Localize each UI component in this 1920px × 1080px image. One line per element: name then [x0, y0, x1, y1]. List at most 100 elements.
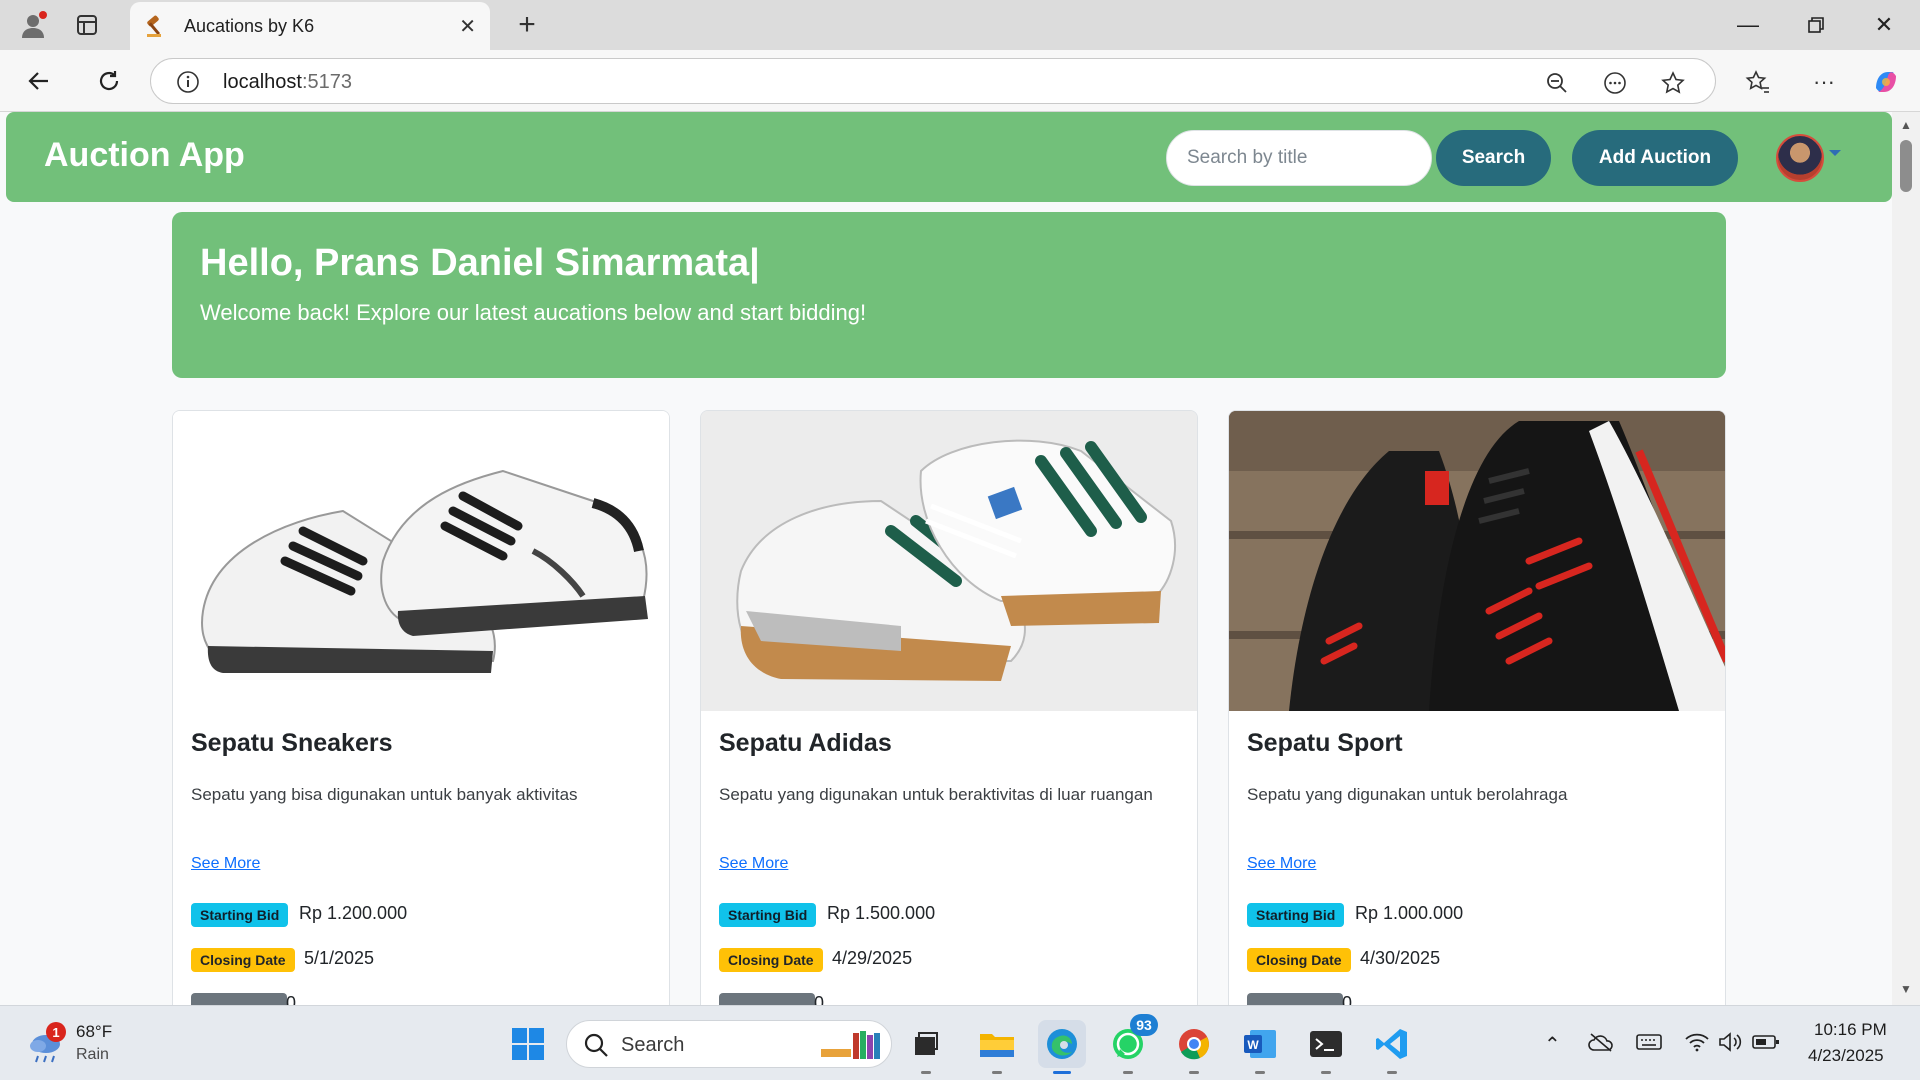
total-bid-badge	[191, 993, 287, 1005]
chevron-up-icon[interactable]: ⌃	[1544, 1032, 1561, 1057]
closing-date-badge: Closing Date	[719, 948, 823, 972]
file-explorer-icon[interactable]	[973, 1020, 1021, 1074]
reload-icon[interactable]	[92, 64, 126, 98]
favorites-icon[interactable]	[1742, 66, 1774, 98]
page-scrollbar[interactable]: ▲ ▼	[1892, 112, 1920, 1005]
taskbar-time[interactable]: 10:16 PM	[1814, 1020, 1887, 1040]
starting-bid-badge: Starting Bid	[191, 903, 289, 927]
total-bid-badge	[1247, 993, 1343, 1005]
starting-bid-badge: Starting Bid	[719, 903, 817, 927]
task-view-icon[interactable]	[902, 1020, 950, 1074]
see-more-link[interactable]: See More	[1247, 855, 1316, 873]
starting-bid-value: Rp 1.000.000	[1355, 903, 1464, 923]
weather-widget[interactable]: 1	[20, 1014, 130, 1074]
closing-date-value: 4/30/2025	[1360, 948, 1441, 968]
page-viewport: Auction App Search Add Auction Hello, Pr…	[0, 112, 1920, 1005]
app-brand[interactable]: Auction App	[44, 136, 245, 175]
new-tab-icon[interactable]: +	[510, 8, 544, 42]
copilot-icon[interactable]	[1868, 64, 1904, 100]
search-input[interactable]	[1166, 130, 1432, 186]
product-image-adidas[interactable]	[701, 411, 1197, 711]
greeting-heading: Hello, Prans Daniel Simarmata|	[200, 242, 760, 284]
browser-tab-strip: Aucations by K6 ✕ + — ✕	[0, 0, 1920, 50]
svg-text:W: W	[1247, 1038, 1259, 1052]
more-options-icon[interactable]: ···	[1808, 66, 1840, 98]
app-navbar: Auction App Search Add Auction	[6, 112, 1892, 202]
minimize-icon[interactable]: —	[1728, 8, 1768, 42]
vscode-icon[interactable]	[1368, 1020, 1416, 1074]
profile-icon[interactable]	[16, 8, 50, 42]
auction-card: Sepatu Sport Sepatu yang digunakan untuk…	[1228, 410, 1726, 1005]
welcome-banner: Hello, Prans Daniel Simarmata| Welcome b…	[172, 212, 1726, 378]
card-title: Sepatu Adidas	[719, 729, 892, 757]
add-auction-button[interactable]: Add Auction	[1572, 130, 1738, 186]
address-bar[interactable]: localhost:5173	[150, 58, 1716, 104]
browser-toolbar: localhost:5173 ···	[0, 50, 1920, 112]
total-bid-value: 0	[1342, 993, 1353, 1005]
terminal-icon[interactable]	[1302, 1020, 1350, 1074]
reading-mode-icon[interactable]	[1601, 69, 1629, 97]
chrome-icon[interactable]	[1170, 1020, 1218, 1074]
weather-notification-badge: 1	[46, 1022, 66, 1042]
cloud-offline-icon[interactable]	[1588, 1032, 1614, 1058]
total-bid-value: 0	[814, 993, 825, 1005]
running-indicator	[1255, 1071, 1265, 1074]
search-icon	[583, 1032, 609, 1063]
word-icon[interactable]: W	[1236, 1020, 1284, 1074]
weather-temperature: 68°F	[76, 1022, 113, 1041]
avatar[interactable]	[1776, 134, 1824, 182]
restore-icon[interactable]	[1796, 8, 1836, 42]
favorite-star-icon[interactable]	[1659, 69, 1687, 97]
scroll-down-icon[interactable]: ▼	[1900, 982, 1912, 996]
auction-card: Sepatu Adidas Sepatu yang digunakan untu…	[700, 410, 1198, 1005]
tab-actions-icon[interactable]	[72, 10, 102, 40]
edge-browser-icon[interactable]	[1038, 1020, 1086, 1074]
taskbar-date[interactable]: 4/23/2025	[1808, 1046, 1884, 1066]
running-indicator	[921, 1071, 931, 1074]
card-title: Sepatu Sneakers	[191, 729, 393, 757]
closing-date-value: 5/1/2025	[304, 948, 375, 968]
keyboard-icon[interactable]	[1636, 1032, 1662, 1058]
url-text: localhost:5173	[223, 71, 352, 93]
windows-taskbar: 1 68°F Rain Search 93 W ⌃ 10:16 PM 4/23/…	[0, 1005, 1920, 1080]
see-more-link[interactable]: See More	[191, 855, 260, 873]
chevron-down-icon[interactable]	[1829, 150, 1841, 156]
close-window-icon[interactable]: ✕	[1864, 8, 1904, 42]
back-icon[interactable]	[22, 64, 56, 98]
closing-date-badge: Closing Date	[191, 948, 295, 972]
wifi-icon[interactable]	[1684, 1032, 1710, 1058]
volume-icon[interactable]	[1718, 1032, 1742, 1058]
card-description: Sepatu yang bisa digunakan untuk banyak …	[191, 785, 578, 804]
site-info-icon[interactable]	[175, 69, 201, 95]
running-indicator	[1123, 1071, 1133, 1074]
card-title: Sepatu Sport	[1247, 729, 1403, 757]
see-more-link[interactable]: See More	[719, 855, 788, 873]
search-button[interactable]: Search	[1436, 130, 1551, 186]
books-icon	[817, 1027, 883, 1068]
running-indicator	[992, 1071, 1002, 1074]
closing-date-badge: Closing Date	[1247, 948, 1351, 972]
running-indicator	[1321, 1071, 1331, 1074]
browser-tab[interactable]: Aucations by K6 ✕	[130, 2, 490, 50]
battery-icon[interactable]	[1752, 1032, 1780, 1058]
starting-bid-value: Rp 1.500.000	[827, 903, 936, 923]
active-indicator	[1053, 1071, 1071, 1074]
scrollbar-thumb[interactable]	[1900, 140, 1912, 192]
product-image-sneakers[interactable]	[173, 411, 669, 711]
starting-bid-badge: Starting Bid	[1247, 903, 1345, 927]
card-description: Sepatu yang digunakan untuk beraktivitas…	[719, 785, 1153, 804]
taskbar-search[interactable]: Search	[566, 1020, 892, 1068]
taskbar-search-label: Search	[621, 1034, 685, 1056]
whatsapp-icon[interactable]: 93	[1104, 1014, 1158, 1074]
whatsapp-unread-badge: 93	[1130, 1014, 1158, 1036]
zoom-out-icon[interactable]	[1543, 69, 1571, 97]
auction-card: Sepatu Sneakers Sepatu yang bisa digunak…	[172, 410, 670, 1005]
gavel-icon	[144, 13, 170, 39]
card-description: Sepatu yang digunakan untuk berolahraga	[1247, 785, 1568, 804]
windows-start-icon[interactable]	[504, 1020, 552, 1068]
scroll-up-icon[interactable]: ▲	[1900, 118, 1912, 132]
close-tab-icon[interactable]: ✕	[459, 14, 476, 39]
product-image-sport[interactable]	[1229, 411, 1725, 711]
closing-date-value: 4/29/2025	[832, 948, 913, 968]
welcome-subtitle: Welcome back! Explore our latest aucatio…	[200, 300, 867, 325]
